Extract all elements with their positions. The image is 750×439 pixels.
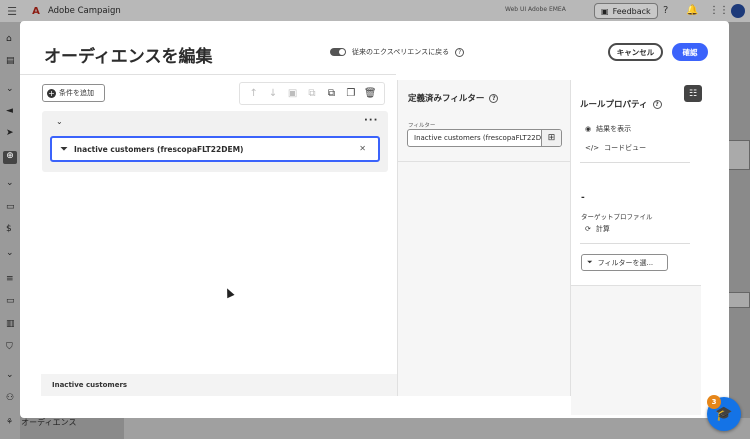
- legacy-toggle-label: 従来のエクスペリエンスに戻る: [352, 48, 450, 56]
- mouse-cursor-icon: [223, 286, 235, 299]
- notifications-icon[interactable]: 🔔: [686, 5, 698, 16]
- predefined-filters-heading: 定義済みフィルター ?: [408, 92, 499, 104]
- condition-group: ⌄ ··· ⏷ Inactive customers (frescopaFLT2…: [42, 111, 388, 172]
- eye-icon: ◉: [585, 125, 592, 133]
- filter-field[interactable]: Inactive customers (frescopaFLT22DEM) ⊞: [407, 129, 562, 147]
- ungroup-icon[interactable]: ⧉: [305, 88, 319, 99]
- properties-panel-toggle-icon[interactable]: ☷: [684, 85, 702, 102]
- shield-icon[interactable]: ⛉: [6, 342, 13, 352]
- graduation-cap-icon: 🎓: [715, 406, 733, 422]
- currency-icon[interactable]: $: [6, 224, 12, 234]
- home-icon[interactable]: ⌂: [6, 34, 12, 44]
- apps-grid-icon[interactable]: ⋮⋮: [709, 5, 729, 16]
- profile-count: -: [581, 193, 585, 203]
- help-icon[interactable]: ?: [455, 47, 465, 57]
- add-condition-label: 条件を追加: [59, 89, 94, 97]
- filter-icon: ⏷: [60, 143, 68, 155]
- rule-builder-canvas: + 条件を追加 ↑ ↓ ▣ ⧉ ⧉ ❐ 🗑 ⌄ ··· ⏷ Inactive c…: [20, 74, 396, 374]
- properties-footer: [571, 285, 701, 415]
- help-icon[interactable]: ?: [652, 99, 662, 109]
- legacy-experience-toggle[interactable]: 従来のエクスペリエンスに戻る ?: [330, 47, 465, 57]
- predefined-filters-panel: 定義済みフィルター ? フィルター Inactive customers (fr…: [397, 80, 571, 396]
- avatar[interactable]: [731, 4, 745, 18]
- rule-toolbar: ↑ ↓ ▣ ⧉ ⧉ ❐ 🗑: [239, 82, 385, 105]
- feedback-button[interactable]: ▣ Feedback: [594, 3, 658, 19]
- select-filter-button[interactable]: ⏷ フィルターを選...: [581, 254, 668, 271]
- more-options-icon[interactable]: ···: [364, 115, 378, 126]
- show-results-button[interactable]: ◉ 結果を表示: [585, 124, 631, 134]
- move-up-icon[interactable]: ↑: [247, 88, 261, 99]
- chevron-down-icon[interactable]: ⌄: [6, 248, 14, 258]
- group-icon[interactable]: ▣: [286, 88, 300, 99]
- divider: [580, 162, 690, 163]
- app-header: ☰ A Adobe Campaign Web UI Adobe EMEA ▣ Fe…: [0, 0, 750, 22]
- selected-filter-condition[interactable]: ⏷ Inactive customers (frescopaFLT22DEM) …: [50, 136, 380, 162]
- background-footer: [124, 418, 750, 439]
- filter-field-label: フィルター: [408, 123, 436, 129]
- add-condition-button[interactable]: + 条件を追加: [42, 84, 105, 102]
- background-panel: [728, 140, 750, 170]
- app-name: Adobe Campaign: [48, 6, 121, 16]
- explorer-icon[interactable]: ▤: [6, 56, 15, 66]
- send-icon[interactable]: ➤: [6, 128, 14, 138]
- confirm-button[interactable]: 確認: [672, 43, 708, 61]
- help-badge: 3: [707, 395, 721, 409]
- filter-condition-label: Inactive customers (frescopaFLT22DEM): [74, 144, 244, 154]
- hamburger-menu-icon[interactable]: ☰: [0, 5, 24, 18]
- close-icon[interactable]: ✕: [359, 144, 366, 153]
- campaigns-icon[interactable]: ◄: [6, 106, 13, 116]
- rule-properties-panel: ルールプロパティ ? ◉ 結果を表示 </> コードビュー - ターゲットプロフ…: [570, 80, 701, 415]
- folder-icon[interactable]: ▭: [6, 296, 15, 306]
- dialog-title: オーディエンスを編集: [44, 47, 213, 67]
- filter-picker-icon[interactable]: ⊞: [541, 130, 561, 146]
- refresh-icon: ⟳: [585, 225, 591, 233]
- chevron-down-icon[interactable]: ⌄: [6, 84, 14, 94]
- background-button: [728, 292, 750, 308]
- divider: [398, 161, 571, 162]
- user-icon[interactable]: ⚇: [6, 393, 14, 403]
- audiences-nav-icon: ⚘: [6, 417, 14, 426]
- divider: [580, 243, 690, 244]
- feedback-icon: ▣: [601, 6, 609, 16]
- audiences-icon[interactable]: ⊕: [3, 151, 17, 164]
- left-nav: ⌂ ▤ ⌄ ◄ ➤ ⊕ ⌄ ▭ $ ⌄ ≡ ▭ ▥ ⛉ ⌄ ⚇: [0, 22, 20, 439]
- edit-audience-dialog: オーディエンスを編集 従来のエクスペリエンスに戻る ? キャンセル 確認 + 条…: [20, 21, 729, 418]
- copy-icon[interactable]: ❐: [344, 88, 358, 99]
- chevron-down-icon[interactable]: ⌄: [6, 178, 14, 188]
- filter-field-value: Inactive customers (frescopaFLT22DEM): [414, 134, 555, 142]
- rule-properties-heading: ルールプロパティ ?: [580, 98, 662, 110]
- chevron-down-icon[interactable]: ⌄: [56, 117, 63, 126]
- code-preview-button[interactable]: </> コードビュー: [585, 143, 646, 153]
- delete-icon[interactable]: 🗑: [363, 88, 377, 99]
- chevron-down-icon[interactable]: ⌄: [6, 370, 14, 380]
- org-switcher[interactable]: Web UI Adobe EMEA: [505, 6, 566, 13]
- cancel-button[interactable]: キャンセル: [608, 43, 663, 61]
- help-icon[interactable]: ?: [489, 93, 499, 103]
- list-icon[interactable]: ≡: [6, 274, 14, 284]
- reports-icon[interactable]: ▥: [6, 319, 15, 329]
- add-icon: +: [47, 88, 56, 98]
- messages-icon[interactable]: ▭: [6, 202, 15, 212]
- target-profile-label: ターゲットプロファイル: [581, 213, 653, 221]
- duplicate-icon[interactable]: ⧉: [324, 88, 338, 99]
- toggle-switch[interactable]: [330, 48, 346, 56]
- code-icon: </>: [585, 144, 600, 152]
- adobe-logo-icon: A: [32, 5, 40, 17]
- calculate-button[interactable]: ⟳ 計算: [585, 224, 610, 234]
- nav-audiences[interactable]: ⚘ オーディエンス: [6, 417, 76, 428]
- help-icon[interactable]: ?: [663, 5, 668, 16]
- move-down-icon[interactable]: ↓: [266, 88, 280, 99]
- filter-icon: ⏷: [587, 258, 593, 266]
